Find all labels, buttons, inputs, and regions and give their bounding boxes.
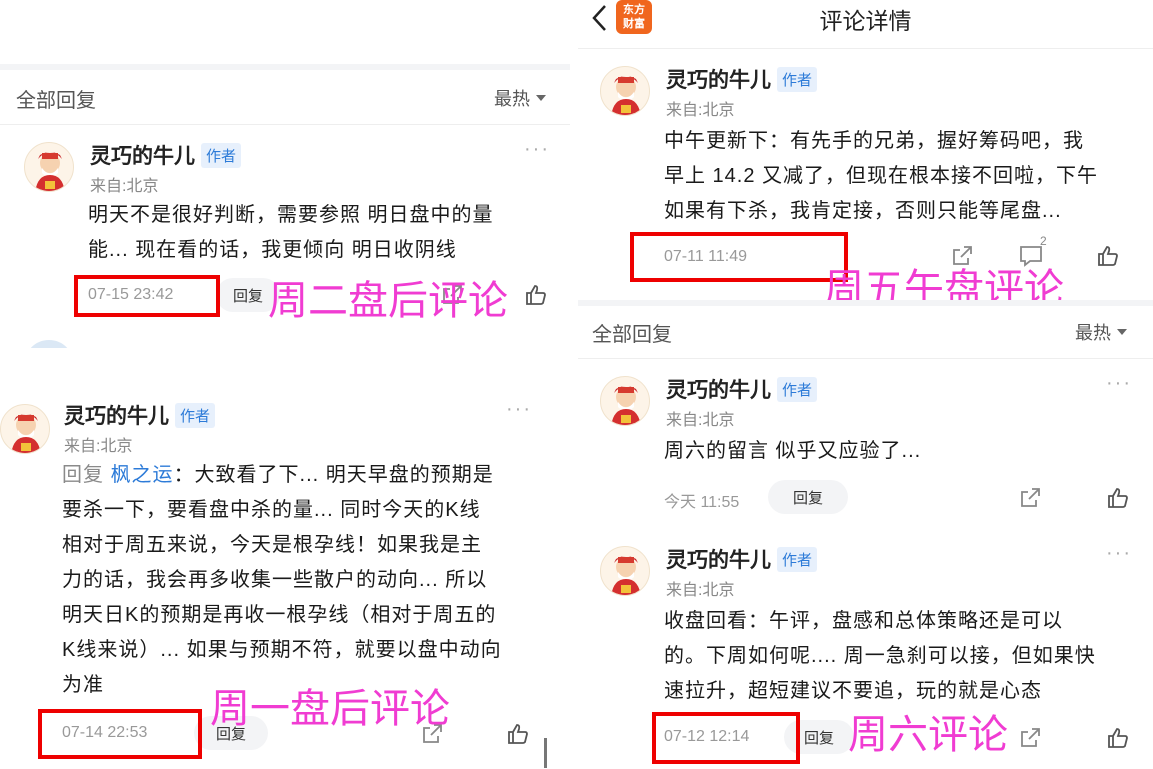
page-title: 评论详情 <box>819 8 912 34</box>
author-badge: 作者 <box>175 402 216 428</box>
author-badge: 作者 <box>777 376 818 402</box>
like-icon[interactable] <box>524 283 548 307</box>
avatar[interactable] <box>24 142 74 192</box>
sort-dropdown[interactable]: 最热 <box>1075 319 1127 345</box>
comment-line: 收盘回看：午评，盘感和总体策略还是可以 <box>664 610 1063 632</box>
comment-line: 早上 14.2 又减了，但现在根本接不回啦，下午 <box>664 165 1099 187</box>
more-options-icon[interactable]: ··· <box>506 398 532 421</box>
highlight-box <box>74 275 220 317</box>
location: 来自:北京 <box>666 102 735 119</box>
comment-text: 中午更新下：有先手的兄弟，握好筹码吧，我 早上 14.2 又减了，但现在根本接不… <box>664 124 1098 229</box>
highlight-box <box>630 232 848 282</box>
comment-text: 收盘回看：午评，盘感和总体策略还是可以 的。下周如何呢.... 周一急刹可以接，… <box>664 604 1096 709</box>
comment-line: 中午更新下：有先手的兄弟，握好筹码吧，我 <box>664 130 1084 152</box>
avatar[interactable] <box>600 546 650 596</box>
like-icon[interactable] <box>1096 244 1120 268</box>
section-title: 全部回复 <box>592 323 672 346</box>
like-icon[interactable] <box>1106 726 1130 750</box>
mention-link[interactable]: 枫之运 <box>111 464 174 486</box>
share-icon[interactable] <box>1018 726 1042 750</box>
section-divider <box>578 358 1153 359</box>
section-divider <box>0 124 570 125</box>
author-name[interactable]: 灵巧的牛儿 作者 <box>666 64 818 94</box>
more-options-icon[interactable]: ··· <box>1106 372 1132 395</box>
sort-dropdown[interactable]: 最热 <box>494 85 546 111</box>
author-name[interactable]: 灵巧的牛儿 作者 <box>666 544 818 574</box>
dropdown-arrow-icon <box>536 95 546 101</box>
like-icon[interactable] <box>506 722 530 746</box>
highlight-box <box>38 709 202 759</box>
reply-button[interactable]: 回复 <box>768 480 848 514</box>
comment-line: K线来说）... 如果与预期不符，就要以盘中动向 <box>62 639 502 661</box>
header-divider <box>578 48 1153 49</box>
location: 来自:北京 <box>64 438 133 455</box>
comment-line: 如果有下杀，我肯定接，否则只能等尾盘... <box>664 200 1062 222</box>
like-icon[interactable] <box>1106 486 1130 510</box>
comment-line: 的。下周如何呢.... 周一急刹可以接，但如果快 <box>664 645 1096 667</box>
reply-prefix: 回复 <box>62 464 104 486</box>
next-avatar-partial <box>24 340 74 348</box>
share-icon[interactable] <box>1018 486 1042 510</box>
avatar[interactable] <box>0 404 50 454</box>
location: 来自:北京 <box>666 412 735 429</box>
comment-text: 周六的留言 似乎又应验了... <box>664 434 921 469</box>
annotation-label: 周五午盘评论 <box>824 266 1064 300</box>
section-title: 全部回复 <box>16 89 96 112</box>
author-badge: 作者 <box>777 66 818 92</box>
comment-line: 能... 现在看的话，我更倾向 明日收阴线 <box>88 239 457 261</box>
annotation-label: 周二盘后评论 <box>268 278 508 324</box>
right-bottom-panel: 全部回复 最热 灵巧的牛儿 作者 来自:北京 ··· 周六的留言 似乎又应验了..… <box>578 300 1153 769</box>
location: 来自:北京 <box>666 582 735 599</box>
left-bottom-panel: 灵巧的牛儿 作者 来自:北京 ··· 回复 枫之运：大致看了下... 明天早盘的预… <box>0 380 570 769</box>
dropdown-arrow-icon <box>1117 329 1127 335</box>
comment-line: 要杀一下，要看盘中杀的量... 同时今天的K线 <box>62 499 481 521</box>
comment-line: 相对于周五来说，今天是根孕线！如果我是主 <box>62 534 482 556</box>
author-name[interactable]: 灵巧的牛儿 作者 <box>90 140 242 170</box>
comment-line: 明天不是很好判断，需要参照 明日盘中的量 <box>88 204 494 226</box>
top-divider <box>578 300 1153 306</box>
highlight-box <box>652 712 800 764</box>
author-name[interactable]: 灵巧的牛儿 作者 <box>64 400 216 430</box>
annotation-label: 周一盘后评论 <box>210 686 450 732</box>
comment-time: 今天 11:55 <box>664 494 740 511</box>
right-top-panel: 东方 财富 评论详情 灵巧的牛儿 作者 来自:北京 中午更新下：有先手的兄弟，握好… <box>578 0 1153 300</box>
comment-count: 2 <box>1040 234 1047 248</box>
left-top-panel: 全部回复 最热 灵巧的牛儿 作者 来自:北京 ··· 明天不是很好判断，需要参照 … <box>0 0 570 348</box>
avatar[interactable] <box>600 376 650 426</box>
scrollbar[interactable] <box>544 738 547 768</box>
section-header: 全部回复 最热 <box>592 314 1127 350</box>
comment-line: 回复 枫之运：大致看了下... 明天早盘的预期是 <box>62 464 494 486</box>
comment-text: 回复 枫之运：大致看了下... 明天早盘的预期是 要杀一下，要看盘中杀的量...… <box>62 458 502 703</box>
location: 来自:北京 <box>90 178 159 195</box>
top-divider <box>0 64 570 70</box>
comment-line: 周六的留言 似乎又应验了... <box>664 440 922 462</box>
avatar[interactable] <box>600 66 650 116</box>
comment-line: 力的话，我会再多收集一些散户的动向... 所以 <box>62 569 488 591</box>
section-header: 全部回复 最热 <box>16 80 546 116</box>
author-badge: 作者 <box>777 546 818 572</box>
annotation-label: 周六评论 <box>848 712 1008 758</box>
comment-text: 明天不是很好判断，需要参照 明日盘中的量 能... 现在看的话，我更倾向 明日收… <box>88 198 494 268</box>
author-badge: 作者 <box>201 142 242 168</box>
author-name[interactable]: 灵巧的牛儿 作者 <box>666 374 818 404</box>
comment-line: 明天日K的预期是再收一根孕线（相对于周五的 <box>62 604 497 626</box>
more-options-icon[interactable]: ··· <box>524 138 550 161</box>
more-options-icon[interactable]: ··· <box>1106 542 1132 565</box>
